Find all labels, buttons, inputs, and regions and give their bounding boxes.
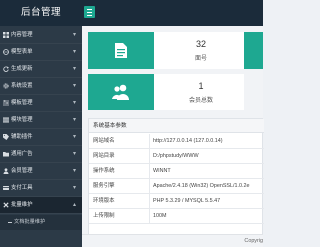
divider	[149, 194, 150, 209]
sidebar-item-members[interactable]: 会员管理 ▾	[0, 163, 82, 180]
sidebar-subitem-document-batch[interactable]: 文档批量维护	[0, 215, 82, 230]
chevron-up-icon: ▴	[73, 202, 77, 208]
row-value: D:/phpstudy/WWW	[153, 153, 199, 159]
row-key: 网站域名	[93, 138, 115, 144]
dash-icon	[8, 222, 12, 223]
tag-icon	[3, 134, 9, 140]
folder-icon	[3, 152, 9, 157]
sidebar-item-generate[interactable]: 生成更新 ▾	[0, 61, 82, 78]
sidebar-item-label: 模板管理	[11, 100, 33, 106]
row-key: 服务引擎	[93, 183, 115, 189]
row-key: 网站目录	[93, 153, 115, 159]
tools-icon	[3, 202, 9, 208]
table-row: 上传限制 100M	[89, 209, 264, 224]
sidebar-item-label: 支付工具	[11, 185, 33, 191]
sidebar-item-label: 批量维护	[11, 202, 33, 208]
stat-icon-box	[88, 32, 154, 69]
menu-icon[interactable]	[84, 6, 95, 18]
stat-card-partial	[244, 32, 263, 69]
table-row: 操作系统 WINNT	[89, 164, 264, 179]
sidebar-item-label: 内容管理	[11, 32, 33, 38]
sidebar: 内容管理 ▾ 模型表单 ▾ 生成更新 ▾ 系统设置 ▾ 模板管理 ▾ 模块管理 …	[0, 26, 82, 247]
chevron-down-icon: ▾	[73, 83, 77, 89]
refresh-icon	[3, 66, 9, 72]
stat-value: 1	[198, 81, 204, 91]
sidebar-item-label: 会员管理	[11, 168, 33, 174]
sidebar-item-batch-maintenance[interactable]: 批量维护 ▴	[0, 197, 82, 214]
gear-icon	[3, 83, 9, 89]
row-value: Apache/2.4.18 (Win32) OpenSSL/1.0.2e	[153, 183, 250, 189]
row-key: 上传限制	[93, 213, 115, 219]
chevron-down-icon: ▾	[73, 134, 77, 140]
grid-icon	[3, 32, 9, 38]
row-key: 操作系统	[93, 168, 115, 174]
panel-title: 系统基本参数	[89, 119, 264, 133]
sidebar-item-ads[interactable]: 通用广告 ▾	[0, 146, 82, 163]
pay-icon	[3, 186, 9, 190]
chevron-down-icon: ▾	[73, 185, 77, 191]
chevron-down-icon: ▾	[73, 100, 77, 106]
stat-caption: 面号	[194, 56, 207, 62]
sidebar-item-plugins[interactable]: 辅助插件 ▾	[0, 129, 82, 146]
divider	[149, 179, 150, 194]
sidebar-item-label: 模块管理	[11, 117, 33, 123]
table-row: 网站域名 http://127.0.0.14 (127.0.0.14)	[89, 134, 264, 149]
row-value: http://127.0.0.14 (127.0.0.14)	[153, 138, 223, 144]
users-icon	[112, 84, 129, 100]
divider	[149, 134, 150, 149]
top-bar: 后台管理	[0, 0, 263, 26]
system-info-panel: 系统基本参数 网站域名 http://127.0.0.14 (127.0.0.1…	[88, 118, 264, 247]
divider	[149, 164, 150, 179]
sidebar-item-model-forms[interactable]: 模型表单 ▾	[0, 44, 82, 61]
chevron-down-icon: ▾	[73, 66, 77, 72]
sidebar-item-content[interactable]: 内容管理 ▾	[0, 27, 82, 44]
sidebar-item-modules[interactable]: 模块管理 ▾	[0, 112, 82, 129]
row-key: 环境版本	[93, 198, 115, 204]
sidebar-item-payment[interactable]: 支付工具 ▾	[0, 180, 82, 197]
divider	[149, 149, 150, 164]
sidebar-item-label: 通用广告	[11, 151, 33, 157]
doc-icon	[115, 43, 127, 58]
footer: Copyrig	[82, 234, 263, 247]
stat-icon-box	[88, 74, 154, 110]
row-value: 100M	[153, 213, 167, 219]
sidebar-item-label: 辅助插件	[11, 134, 33, 140]
sidebar-item-label: 系统设置	[11, 83, 33, 89]
list-icon	[3, 117, 9, 123]
row-value: PHP 5.3.29 / MYSQL 5.5.47	[153, 198, 221, 204]
chevron-down-icon: ▾	[73, 151, 77, 157]
stat-card-members[interactable]: 1 会员总数	[88, 74, 244, 110]
sidebar-item-label: 模型表单	[11, 49, 33, 55]
sidebar-item-label: 生成更新	[11, 66, 33, 72]
chevron-down-icon: ▾	[73, 32, 77, 38]
copyright-text: Copyrig	[244, 238, 263, 244]
main-content: 32 面号 1 会员总数 系统基本参数 网站域名 http://127.0.0.…	[82, 26, 264, 247]
globe-icon	[3, 49, 9, 55]
chevron-down-icon: ▾	[73, 168, 77, 174]
table-row: 环境版本 PHP 5.3.29 / MYSQL 5.5.47	[89, 194, 264, 209]
users-icon	[3, 168, 9, 174]
sidebar-item-templates[interactable]: 模板管理 ▾	[0, 95, 82, 112]
row-value: WINNT	[153, 168, 171, 174]
chevron-down-icon: ▾	[73, 117, 77, 123]
stat-card-articles[interactable]: 32 面号	[88, 32, 244, 69]
divider	[149, 209, 150, 224]
brand-title: 后台管理	[0, 0, 82, 26]
table-row: 服务引擎 Apache/2.4.18 (Win32) OpenSSL/1.0.2…	[89, 179, 264, 194]
sliders-icon	[3, 100, 9, 106]
sidebar-item-system-settings[interactable]: 系统设置 ▾	[0, 78, 82, 95]
table-row: 网站目录 D:/phpstudy/WWW	[89, 149, 264, 164]
stat-value: 32	[195, 39, 206, 49]
sidebar-subitem-label: 文档批量维护	[14, 219, 46, 225]
stat-caption: 会员总数	[188, 98, 213, 104]
chevron-down-icon: ▾	[73, 49, 77, 55]
